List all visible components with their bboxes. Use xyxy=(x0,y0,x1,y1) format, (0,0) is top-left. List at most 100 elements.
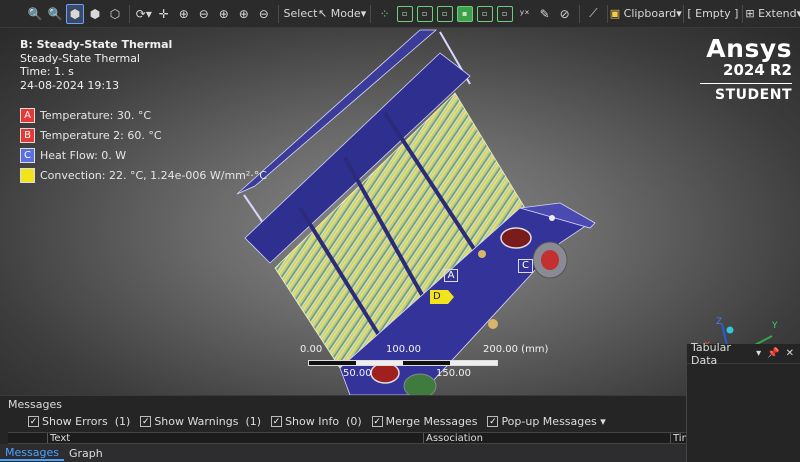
show-info-checkbox[interactable]: ✓ xyxy=(271,416,283,427)
column-time[interactable]: Time xyxy=(671,433,686,443)
show-info-option[interactable]: ✓ Show Info (0) xyxy=(271,415,362,428)
warnings-count: (1) xyxy=(245,415,262,428)
column-text[interactable]: Text xyxy=(48,433,424,443)
toolbar-separator xyxy=(129,4,130,23)
select-body-icon[interactable]: ▪ xyxy=(456,5,473,22)
zoom-fit-icon[interactable]: 🔍 xyxy=(26,4,44,24)
triad-ball-icon xyxy=(726,326,734,334)
tab-messages[interactable]: Messages xyxy=(0,446,64,461)
select-edge-icon[interactable]: ▫ xyxy=(416,5,433,22)
select-button[interactable]: Select xyxy=(284,4,318,24)
messages-table-header: Text Association Time xyxy=(8,432,686,444)
label-a-tag[interactable]: A xyxy=(444,269,458,282)
ansys-logo: Ansys 2024 R2 STUDENT xyxy=(700,34,792,103)
tab-graph[interactable]: Graph xyxy=(64,447,108,460)
magnifier-icon[interactable]: ⊕ xyxy=(235,4,253,24)
merge-messages-option[interactable]: ✓ Merge Messages xyxy=(371,415,477,428)
chevron-down-icon[interactable]: ▾ xyxy=(600,415,606,428)
show-errors-checkbox[interactable]: ✓ xyxy=(28,416,39,427)
clipboard-dropdown[interactable]: ▣ Clipboard ▾ xyxy=(610,4,682,24)
analysis-info: B: Steady-State Thermal Steady-State The… xyxy=(20,38,172,92)
legend-badge-d: D xyxy=(20,167,35,183)
popup-messages-label: Pop-up Messages xyxy=(501,415,597,428)
column-spacer xyxy=(8,433,48,443)
coordinate-icon[interactable]: ʸˣ xyxy=(516,4,534,24)
shaded-view-icon[interactable]: ⬢ xyxy=(86,4,104,24)
select-vertex-icon[interactable]: ▫ xyxy=(396,5,413,22)
hide-icon[interactable]: ⊘ xyxy=(556,4,574,24)
analysis-time: Time: 1. s xyxy=(20,65,74,78)
close-icon[interactable]: ✕ xyxy=(786,348,794,359)
select-element-face-icon[interactable]: ▫ xyxy=(476,5,493,22)
scale-tick-0: 0.00 xyxy=(300,344,323,355)
legend-badge-c: C xyxy=(20,147,35,163)
scale-bar xyxy=(308,360,498,366)
bottom-tabs: Messages Graph xyxy=(0,444,686,462)
clipboard-label: Clipboard xyxy=(623,7,677,20)
show-errors-option[interactable]: ✓ Show Errors (1) xyxy=(28,415,130,428)
merge-messages-checkbox[interactable]: ✓ xyxy=(371,416,383,427)
scale-tick-50: 50.00 xyxy=(343,368,372,379)
legend-label: Temperature 2: 60. °C xyxy=(40,128,162,142)
popup-messages-option[interactable]: ✓ Pop-up Messages ▾ xyxy=(487,415,606,428)
legend-label: Heat Flow: 0. W xyxy=(40,148,127,162)
mode-dropdown[interactable]: ↖ Mode ▾ xyxy=(318,4,366,24)
rotate-icon[interactable]: ⟳▾ xyxy=(135,4,153,24)
outlet-port-red xyxy=(541,250,559,270)
extend-dropdown[interactable]: ⊞ Extend ▾ xyxy=(745,4,800,24)
info-count: (0) xyxy=(346,415,362,428)
extend-label: Extend xyxy=(758,7,797,20)
dropdown-icon[interactable]: ▾ xyxy=(756,348,761,359)
bolt-head xyxy=(478,250,486,258)
label-icon[interactable]: ✎ xyxy=(536,4,554,24)
select-face-icon[interactable]: ▫ xyxy=(436,5,453,22)
analysis-subtitle: Steady-State Thermal xyxy=(20,51,140,65)
show-warnings-label: Show Warnings xyxy=(154,415,239,428)
zoom-in-icon[interactable]: ⊕ xyxy=(175,4,193,24)
legend-badge-b: B xyxy=(20,127,35,143)
tabular-data-title: Tabular Data xyxy=(691,340,731,367)
graphics-viewport[interactable]: A C D B: Steady-State Thermal Steady-Sta… xyxy=(0,28,800,395)
boundary-legend: A Temperature: 30. °C B Temperature 2: 6… xyxy=(20,106,267,186)
legend-item-temperature: A Temperature: 30. °C xyxy=(20,106,267,124)
label-c-tag[interactable]: C xyxy=(518,259,533,273)
show-errors-label: Show Errors xyxy=(42,415,108,428)
previous-view-icon[interactable]: ⊖ xyxy=(255,4,273,24)
toolbar-separator xyxy=(369,4,371,23)
mode-label: Mode xyxy=(330,7,361,20)
scale-tick-100: 100.00 xyxy=(386,344,421,355)
zoom-out-icon[interactable]: ⊖ xyxy=(195,4,213,24)
popup-messages-checkbox[interactable]: ✓ xyxy=(487,416,499,427)
pin-icon[interactable]: 📌 xyxy=(767,348,779,359)
legend-label: Temperature: 30. °C xyxy=(40,108,152,122)
chart-icon[interactable]: ⟋ xyxy=(584,4,602,24)
toolbar: 🔍 🔍 ⬢ ⬢ ⬡ ⟳▾ ✛ ⊕ ⊖ ⊕ ⊕ ⊖ Select ↖ Mode ▾ … xyxy=(0,0,800,28)
tabular-data-header: Tabular Data ▾ 📌 ✕ xyxy=(687,340,800,367)
messages-panel: Messages ✓ Show Errors (1) ✓ Show Warnings… xyxy=(0,395,686,462)
legend-badge-a: A xyxy=(20,107,35,123)
svg-text:Y: Y xyxy=(771,321,778,331)
toolbar-separator xyxy=(741,4,743,23)
bolt-head xyxy=(549,215,555,221)
analysis-title: B: Steady-State Thermal xyxy=(20,38,173,51)
display-style-icon[interactable]: ⬡ xyxy=(106,4,124,24)
column-association[interactable]: Association xyxy=(424,433,671,443)
extend-icon: ⊞ xyxy=(745,7,755,20)
select-mesh-icon[interactable]: ⁘ xyxy=(376,4,394,24)
toolbar-separator xyxy=(578,4,580,23)
iso-view-icon[interactable]: ⬢ xyxy=(66,3,84,24)
show-warnings-checkbox[interactable]: ✓ xyxy=(140,416,152,427)
select-element-icon[interactable]: ▫ xyxy=(496,5,513,22)
legend-item-heat-flow: C Heat Flow: 0. W xyxy=(20,146,267,164)
cursor-icon: ↖ xyxy=(318,7,328,20)
zoom-to-fit-icon[interactable]: ⊕ xyxy=(215,4,233,24)
show-warnings-option[interactable]: ✓ Show Warnings (1) xyxy=(140,415,261,428)
inlet-port-red xyxy=(500,227,532,249)
bolt-head xyxy=(488,319,498,329)
toolbar-separator xyxy=(683,4,684,23)
pan-icon[interactable]: ✛ xyxy=(155,4,173,24)
show-info-label: Show Info xyxy=(285,415,340,428)
zoom-box-icon[interactable]: 🔍 xyxy=(46,4,64,24)
brand-version: 2024 R2 xyxy=(723,61,792,79)
scale-tick-200: 200.00 (mm) xyxy=(483,344,549,355)
